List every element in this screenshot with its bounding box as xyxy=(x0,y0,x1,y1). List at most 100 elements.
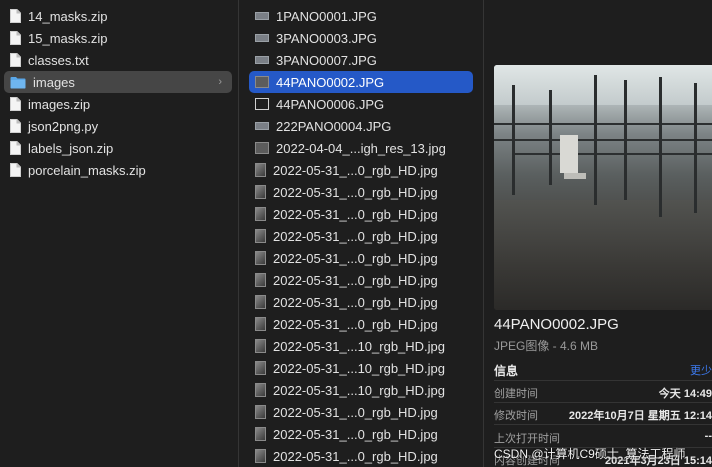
sidebar-item-label: images xyxy=(33,74,75,90)
file-row[interactable]: 2022-04-04_...igh_res_13.jpg xyxy=(239,137,483,159)
sidebar-item-label: porcelain_masks.zip xyxy=(28,162,146,178)
file-row[interactable]: 2022-05-31_...0_rgb_HD.jpg xyxy=(239,225,483,247)
images-folder-column: 1PANO0001.JPG 3PANO0003.JPG 3PANO0007.JPG 4… xyxy=(239,0,483,467)
image-thumbnail-icon xyxy=(255,339,266,353)
sidebar-item[interactable]: classes.txt xyxy=(0,49,238,71)
file-row[interactable]: 2022-05-31_...10_rgb_HD.jpg xyxy=(239,379,483,401)
file-name: 2022-05-31_...10_rgb_HD.jpg xyxy=(273,338,446,354)
image-thumbnail-icon xyxy=(255,361,266,375)
sidebar-item-label: 14_masks.zip xyxy=(28,8,108,24)
document-icon xyxy=(10,119,21,133)
image-thumbnail-icon xyxy=(255,98,269,110)
file-name: 3PANO0003.JPG xyxy=(276,30,377,46)
file-name: 2022-04-04_...igh_res_13.jpg xyxy=(276,140,446,156)
image-preview xyxy=(494,65,712,310)
image-thumbnail-icon xyxy=(255,273,266,287)
sidebar-item-label: json2png.py xyxy=(28,118,99,134)
info-heading: 信息 xyxy=(494,364,519,378)
meta-value-last-opened: -- xyxy=(704,430,712,442)
show-less-link[interactable]: 更少 xyxy=(690,362,712,378)
meta-key-modified: 修改时间 xyxy=(494,410,538,422)
file-row[interactable]: 2022-05-31_...0_rgb_HD.jpg xyxy=(239,401,483,423)
file-row[interactable]: 2022-05-31_...0_rgb_HD.jpg xyxy=(239,423,483,445)
separator xyxy=(494,380,712,381)
separator xyxy=(494,402,712,403)
image-thumbnail-icon xyxy=(255,207,266,221)
file-name: 2022-05-31_...0_rgb_HD.jpg xyxy=(273,316,438,332)
file-row[interactable]: 222PANO0004.JPG xyxy=(239,115,483,137)
watermark-text: CSDN @计算机C9硕士_算法工程师 xyxy=(494,447,686,461)
file-row[interactable]: 2022-05-31_...0_rgb_HD.jpg xyxy=(239,159,483,181)
file-row[interactable]: 2022-05-31_...0_rgb_HD.jpg xyxy=(239,445,483,467)
preview-file-name: 44PANO0002.JPG xyxy=(494,316,619,333)
sidebar-item-label: labels_json.zip xyxy=(28,140,114,156)
image-thumbnail-icon xyxy=(255,12,269,20)
meta-key-last-opened: 上次打开时间 xyxy=(494,433,560,445)
sidebar-item-images-selected[interactable]: images › xyxy=(4,71,232,93)
file-row[interactable]: 2022-05-31_...10_rgb_HD.jpg xyxy=(239,335,483,357)
folder-icon xyxy=(10,76,26,89)
file-row[interactable]: 2022-05-31_...0_rgb_HD.jpg xyxy=(239,313,483,335)
image-thumbnail-icon xyxy=(255,405,266,419)
file-name: 2022-05-31_...0_rgb_HD.jpg xyxy=(273,426,438,442)
parent-folder-column: 14_masks.zip 15_masks.zip classes.txt image… xyxy=(0,0,238,467)
file-name: 2022-05-31_...0_rgb_HD.jpg xyxy=(273,162,438,178)
file-name: 2022-05-31_...0_rgb_HD.jpg xyxy=(273,250,438,266)
image-thumbnail-icon xyxy=(255,56,269,64)
file-row[interactable]: 3PANO0003.JPG xyxy=(239,27,483,49)
file-name: 2022-05-31_...0_rgb_HD.jpg xyxy=(273,294,438,310)
file-name: 3PANO0007.JPG xyxy=(276,52,377,68)
image-file-list: 1PANO0001.JPG 3PANO0003.JPG 3PANO0007.JPG 4… xyxy=(239,0,483,467)
file-row[interactable]: 2022-05-31_...0_rgb_HD.jpg xyxy=(239,269,483,291)
image-thumbnail-icon xyxy=(255,163,266,177)
sidebar-item[interactable]: 15_masks.zip xyxy=(0,27,238,49)
file-name: 2022-05-31_...0_rgb_HD.jpg xyxy=(273,448,438,464)
file-row[interactable]: 1PANO0001.JPG xyxy=(239,5,483,27)
image-thumbnail-icon xyxy=(255,142,269,154)
file-name: 2022-05-31_...0_rgb_HD.jpg xyxy=(273,404,438,420)
file-row[interactable]: 2022-05-31_...0_rgb_HD.jpg xyxy=(239,203,483,225)
file-row[interactable]: 44PANO0006.JPG xyxy=(239,93,483,115)
file-name: 44PANO0006.JPG xyxy=(276,96,385,112)
file-row[interactable]: 2022-05-31_...0_rgb_HD.jpg xyxy=(239,291,483,313)
document-icon xyxy=(10,9,21,23)
image-thumbnail-icon xyxy=(255,185,266,199)
file-name: 2022-05-31_...0_rgb_HD.jpg xyxy=(273,272,438,288)
preview-file-kind: JPEG图像 - 4.6 MB xyxy=(494,339,599,353)
file-name: 2022-05-31_...0_rgb_HD.jpg xyxy=(273,206,438,222)
sidebar-item[interactable]: porcelain_masks.zip xyxy=(0,159,238,181)
file-row[interactable]: 2022-05-31_...10_rgb_HD.jpg xyxy=(239,357,483,379)
sidebar-item-label: 15_masks.zip xyxy=(28,30,108,46)
image-thumbnail-icon xyxy=(255,34,269,42)
file-name: 2022-05-31_...10_rgb_HD.jpg xyxy=(273,382,446,398)
chevron-right-icon: › xyxy=(218,76,222,88)
file-row[interactable]: 2022-05-31_...0_rgb_HD.jpg xyxy=(239,247,483,269)
image-thumbnail-icon xyxy=(255,295,266,309)
image-thumbnail-icon xyxy=(255,251,266,265)
file-row[interactable]: 2022-05-31_...0_rgb_HD.jpg xyxy=(239,181,483,203)
file-row[interactable]: 3PANO0007.JPG xyxy=(239,49,483,71)
document-icon xyxy=(10,163,21,177)
sidebar-item-label: images.zip xyxy=(28,96,91,112)
parent-file-list: 14_masks.zip 15_masks.zip classes.txt image… xyxy=(0,0,238,181)
document-icon xyxy=(10,97,21,111)
meta-value-modified: 2022年10月7日 星期五 12:14 xyxy=(568,410,712,422)
document-icon xyxy=(10,53,21,67)
sidebar-item[interactable]: json2png.py xyxy=(0,115,238,137)
image-thumbnail-icon xyxy=(255,383,266,397)
file-name: 2022-05-31_...0_rgb_HD.jpg xyxy=(273,184,438,200)
meta-key-created: 创建时间 xyxy=(494,388,538,400)
preview-pane: 44PANO0002.JPG JPEG图像 - 4.6 MB 信息 更少 创建时… xyxy=(484,0,712,467)
image-thumbnail-icon xyxy=(255,229,266,243)
image-thumbnail-icon xyxy=(255,122,269,130)
file-row-selected[interactable]: 44PANO0002.JPG xyxy=(249,71,473,93)
image-thumbnail-icon xyxy=(255,427,266,441)
sidebar-item-label: classes.txt xyxy=(28,52,89,68)
sidebar-item[interactable]: labels_json.zip xyxy=(0,137,238,159)
image-thumbnail-icon xyxy=(255,317,266,331)
sidebar-item[interactable]: images.zip xyxy=(0,93,238,115)
separator xyxy=(494,424,712,425)
sidebar-item[interactable]: 14_masks.zip xyxy=(0,5,238,27)
meta-value-created: 今天 14:49 xyxy=(658,388,712,400)
image-thumbnail-icon xyxy=(255,76,269,88)
